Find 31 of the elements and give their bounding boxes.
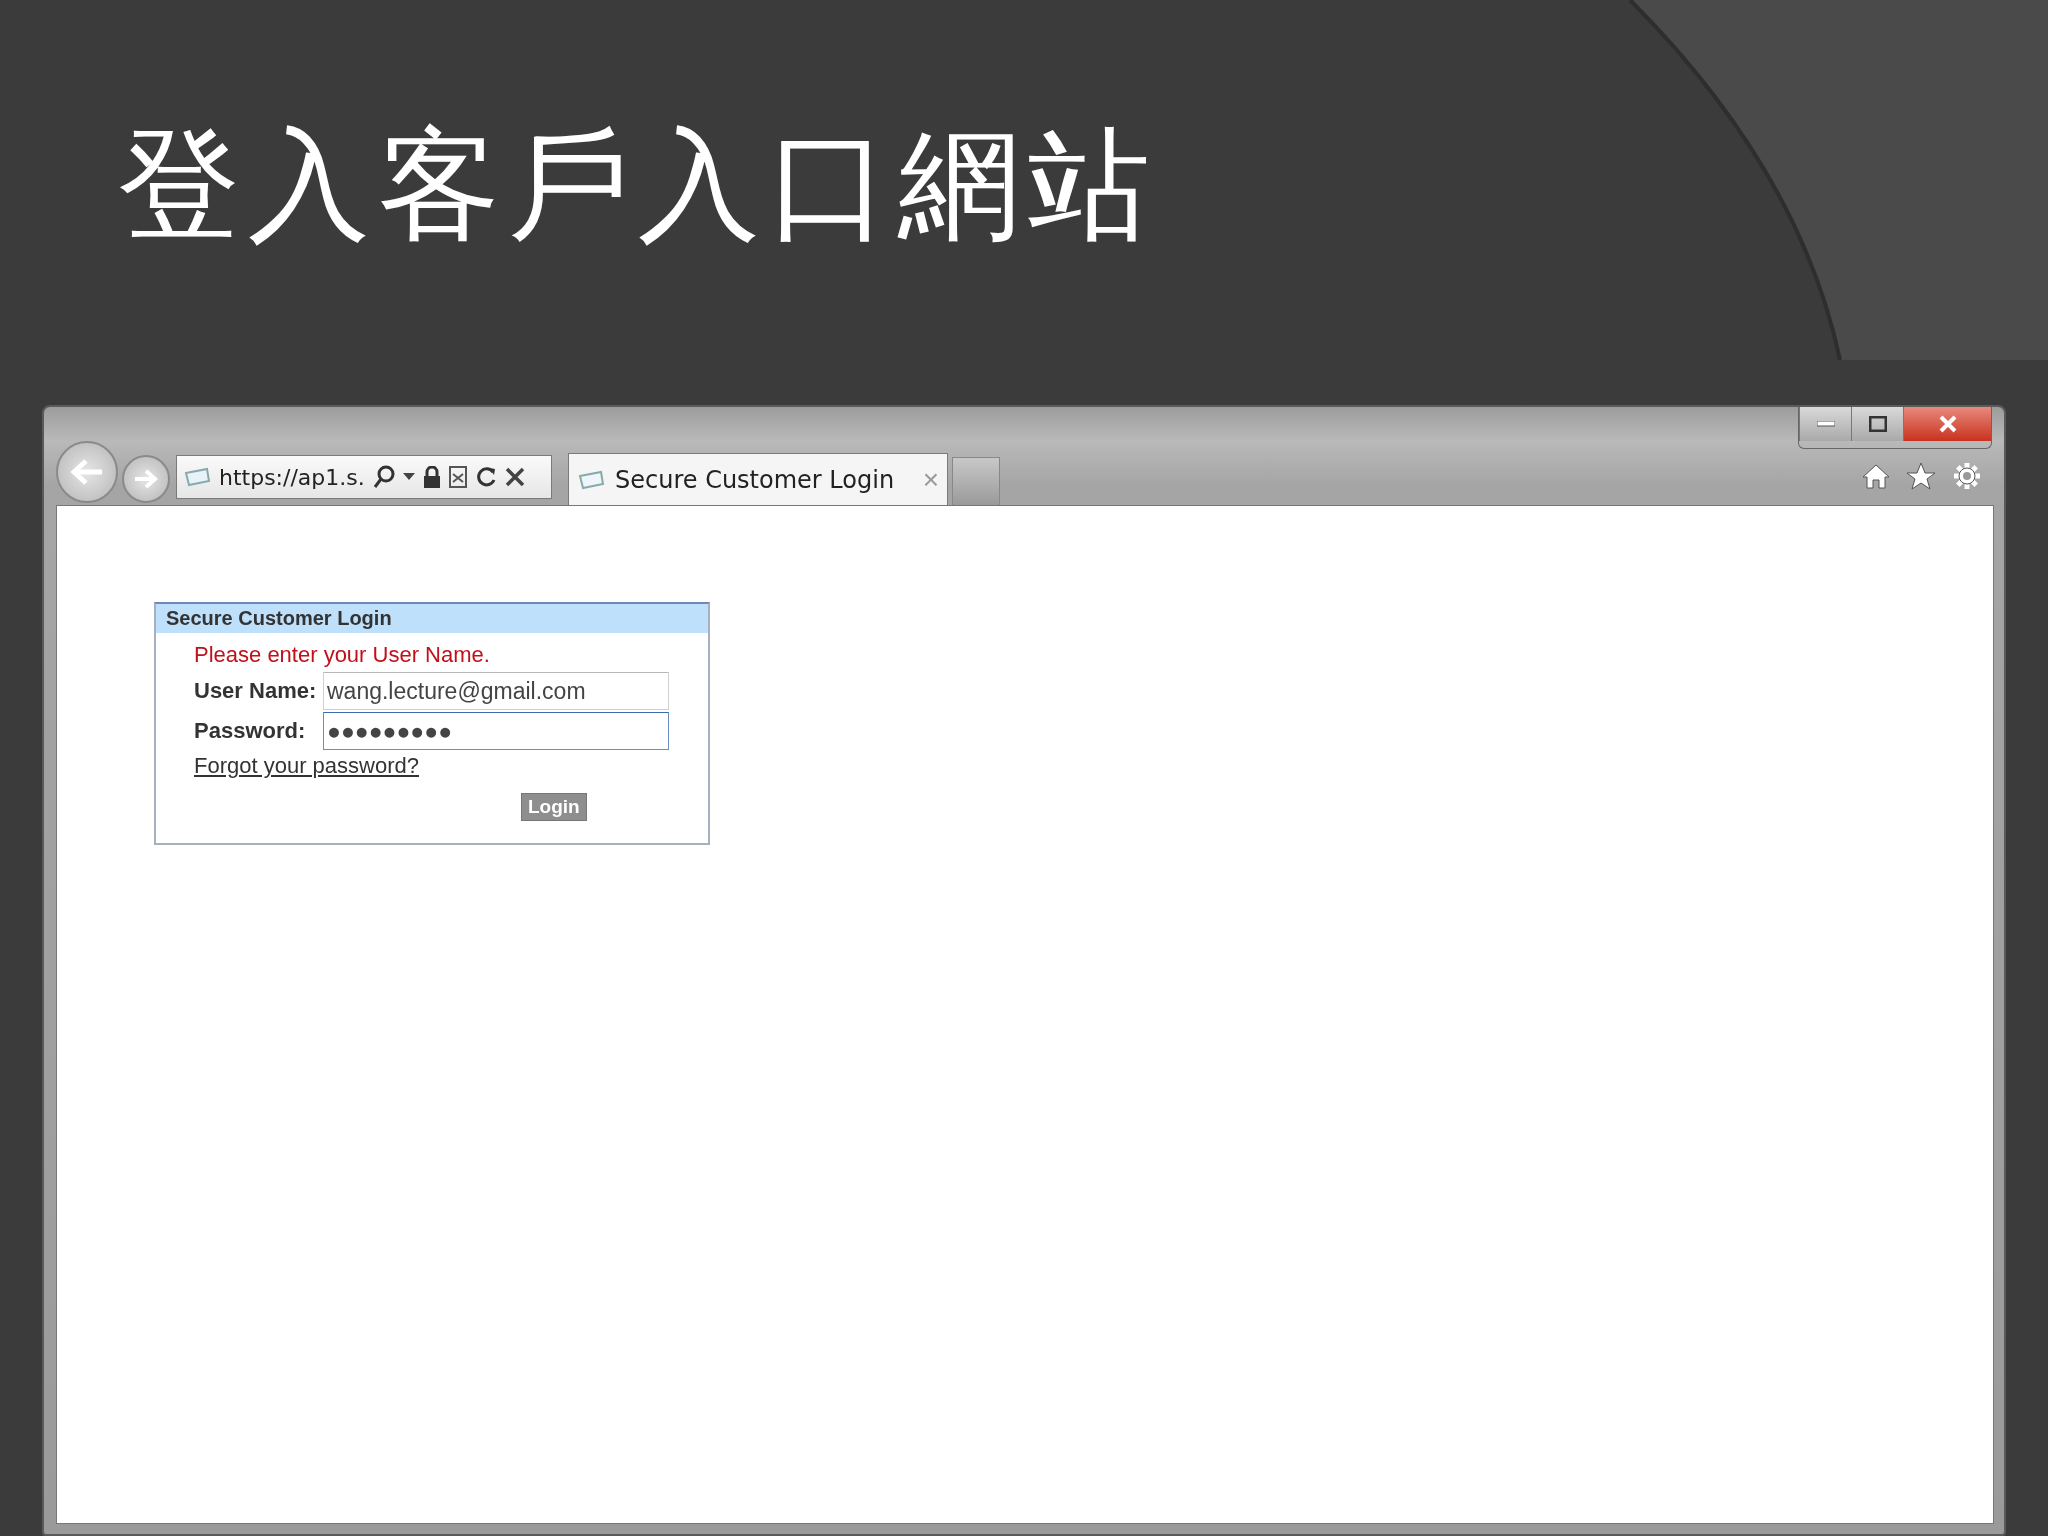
address-bar[interactable]: https://ap1.s. — [176, 455, 552, 499]
minimize-icon — [1816, 421, 1835, 427]
slide-title: 登入客戶入口網站 — [118, 113, 1158, 258]
page-icon — [183, 467, 211, 487]
back-arrow-icon — [70, 458, 104, 486]
url-text: https://ap1.s. — [219, 464, 365, 490]
lock-icon[interactable] — [422, 466, 441, 488]
close-button[interactable] — [1903, 407, 1991, 441]
dropdown-icon[interactable] — [402, 473, 415, 481]
error-message: Please enter your User Name. — [194, 641, 491, 669]
search-icon[interactable] — [372, 465, 395, 489]
page-icon — [577, 469, 605, 490]
forward-button[interactable] — [122, 455, 170, 503]
minimize-button[interactable] — [1799, 407, 1851, 441]
tab-title: Secure Customer Login — [615, 465, 896, 494]
field-label: User Name: — [194, 678, 318, 704]
stop-icon[interactable] — [504, 467, 525, 487]
star-icon[interactable] — [1906, 462, 1936, 490]
close-icon — [1937, 415, 1958, 433]
input-field[interactable]: wang.lecture@gmail.com — [323, 672, 669, 710]
refresh-icon[interactable] — [474, 466, 497, 488]
forward-arrow-icon — [133, 468, 159, 490]
home-icon[interactable] — [1862, 463, 1890, 489]
settings-icon[interactable] — [1952, 461, 1982, 491]
panel-title: Secure Customer Login — [156, 604, 708, 633]
maximize-icon — [1868, 416, 1887, 432]
field-label: Password: — [194, 718, 307, 744]
password-field[interactable]: ●●●●●●●●● — [323, 712, 669, 750]
forgot-password-link[interactable]: Forgot your password? — [194, 753, 419, 779]
browser-tab[interactable]: Secure Customer Login × — [568, 453, 948, 505]
maximize-button[interactable] — [1851, 407, 1903, 441]
